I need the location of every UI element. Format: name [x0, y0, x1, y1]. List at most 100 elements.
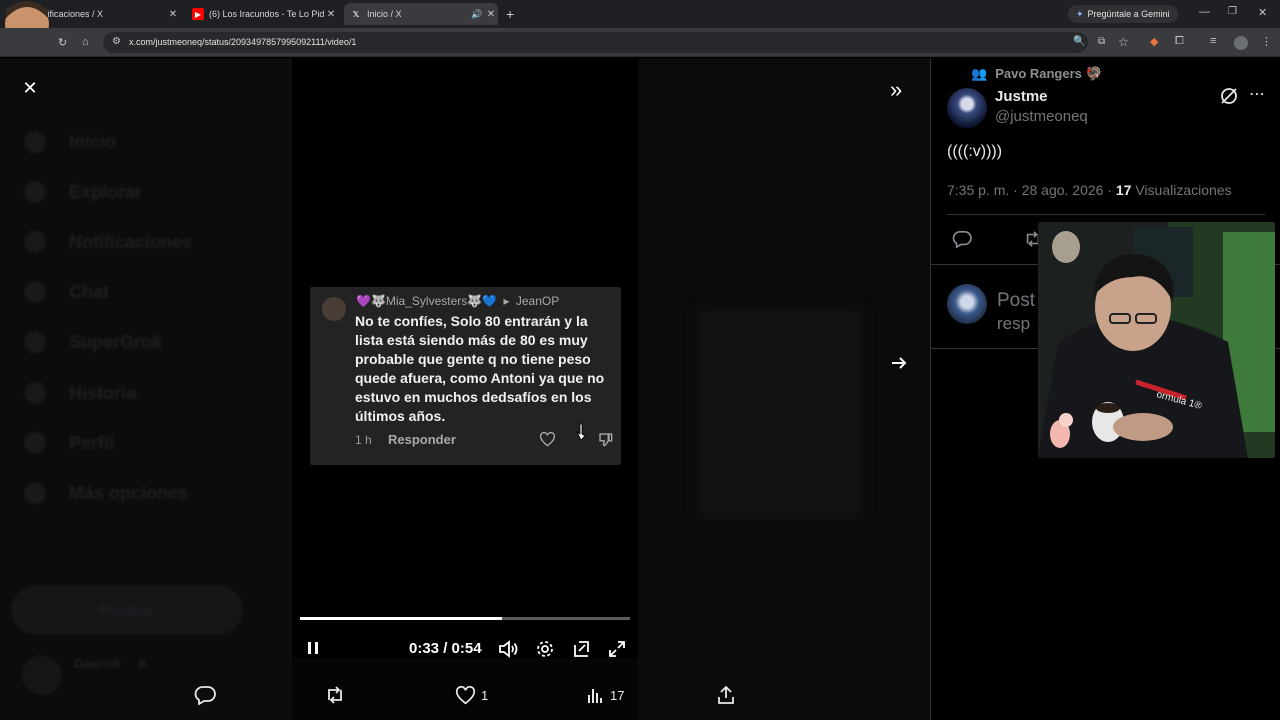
window-close-icon[interactable]: ✕	[1258, 6, 1267, 19]
home-icon[interactable]: ⌂	[82, 36, 89, 48]
account-avatar[interactable]	[22, 655, 62, 695]
nav-item-historia[interactable]: Historia	[24, 381, 136, 405]
tab-youtube[interactable]: ▶ (6) Los Iracundos - Te Lo Pido ✕	[186, 3, 338, 25]
extension-icon[interactable]: ◆	[1150, 35, 1158, 48]
account-name[interactable]: Daarick K	[74, 656, 148, 671]
nav-label: SuperGrok	[69, 331, 163, 352]
tab-close-icon[interactable]: ✕	[166, 9, 180, 20]
comment-reply-label: Responder	[388, 432, 456, 447]
video-comment-card: 💜🐺Mia_Sylvesters🐺💙 ▸ JeanOP No te confíe…	[310, 287, 621, 465]
more-options-icon[interactable]: ⋯	[1249, 84, 1265, 104]
restore-icon[interactable]: ❐	[1228, 6, 1237, 17]
browser-menu-icon[interactable]: ⋮	[1261, 35, 1272, 48]
video-time: 0:33 / 0:54	[409, 640, 482, 657]
expand-panel-button[interactable]: »	[890, 77, 902, 103]
omnibox[interactable]: ⚙ x.com/justmeoneq/status/20934978579950…	[103, 32, 1129, 53]
comment-icon	[194, 686, 216, 705]
post-button[interactable]: Postear	[11, 585, 243, 635]
tweet-reply-button[interactable]	[952, 230, 972, 253]
tweet-meta: 7:35 p. m. · 28 ago. 2026 · 17 Visualiza…	[947, 182, 1232, 198]
views-button[interactable]: 17	[586, 684, 624, 706]
nav-label: Más opciones	[69, 482, 189, 503]
browser-tab-bar: otificaciones / X ✕ ▶ (6) Los Iracundos …	[0, 0, 1280, 28]
tab-close-icon[interactable]: ✕	[484, 9, 498, 20]
volume-button[interactable]	[498, 639, 520, 664]
time-total: 0:54	[451, 640, 482, 657]
profile-avatar-icon[interactable]	[1234, 36, 1248, 50]
speaker-icon	[499, 640, 518, 658]
comment-text: No te confíes, Solo 80 entrarán y la lis…	[355, 313, 605, 424]
reply-placeholder[interactable]: Post	[997, 290, 1035, 312]
install-app-icon[interactable]: ⧉	[1098, 36, 1105, 47]
reload-icon[interactable]: ↻	[58, 36, 67, 49]
picture-in-picture-button[interactable]	[571, 639, 591, 664]
expand-icon	[609, 641, 625, 657]
zoom-icon[interactable]: 🔍	[1073, 36, 1085, 47]
grok-icon	[24, 331, 46, 353]
community-label[interactable]: 👥 Pavo Rangers 🦃	[971, 66, 1102, 82]
heart-icon	[455, 685, 476, 704]
video-progress-bar[interactable]	[300, 617, 630, 620]
reply-placeholder-2[interactable]: resp	[997, 314, 1030, 334]
time-separator: /	[443, 640, 448, 657]
nav-label: Explorar	[69, 181, 143, 202]
mouse-cursor-icon	[576, 423, 586, 441]
dislike-icon	[599, 433, 613, 447]
nav-item-chat[interactable]: Chat	[24, 280, 109, 304]
nav-label: Perfil	[69, 432, 115, 453]
reply-avatar	[947, 284, 987, 324]
tab-audio-icon[interactable]: 🔊	[470, 9, 484, 20]
next-media-button[interactable]	[890, 354, 908, 377]
profile-icon	[24, 432, 46, 454]
like-button[interactable]: 1	[455, 684, 488, 706]
bookmark-star-icon[interactable]: ☆	[1118, 35, 1129, 49]
author-avatar[interactable]	[947, 88, 987, 128]
tab-inicio[interactable]: 𝕏 Inicio / X 🔊 ✕	[344, 3, 498, 25]
nav-label: Historia	[69, 382, 137, 403]
reply-to-name: JeanOP	[515, 294, 560, 308]
bell-icon	[24, 231, 46, 253]
nav-item-notificaciones[interactable]: Notificaciones	[24, 230, 192, 254]
youtube-favicon-icon: ▶	[192, 8, 204, 20]
grok-button[interactable]	[1219, 86, 1239, 111]
author-handle[interactable]: @justmeoneq	[995, 108, 1088, 125]
nav-item-explorar[interactable]: Explorar	[24, 180, 142, 204]
tab-title: otificaciones / X	[40, 9, 104, 19]
minimize-icon[interactable]: —	[1199, 6, 1210, 18]
gemini-icon: ✦	[1076, 8, 1084, 19]
new-tab-icon[interactable]: +	[506, 6, 514, 22]
site-info-icon[interactable]: ⚙	[112, 36, 121, 47]
fullscreen-button[interactable]	[607, 639, 627, 664]
nav-item-supergrok[interactable]: SuperGrok	[24, 330, 162, 354]
share-button[interactable]	[716, 684, 736, 706]
heart-icon	[539, 432, 556, 447]
extensions-puzzle-icon[interactable]: ⧠	[1175, 35, 1184, 48]
close-viewer-icon[interactable]: ✕	[20, 78, 40, 98]
arrow-right-icon	[892, 357, 907, 369]
pip-icon	[574, 641, 589, 657]
media-control-icon[interactable]: ≡	[1210, 35, 1216, 47]
settings-button[interactable]	[535, 639, 555, 664]
pause-button[interactable]	[306, 640, 320, 661]
x-side-nav: Inicio Explorar Notificaciones Chat Supe…	[0, 58, 292, 720]
reply-button[interactable]	[194, 684, 216, 706]
view-count: 17	[610, 687, 625, 703]
nav-label: Chat	[69, 281, 109, 302]
author-display-name[interactable]: Justme	[995, 88, 1048, 105]
tweet-timestamp[interactable]: 7:35 p. m. · 28 ago. 2026 ·	[947, 182, 1116, 198]
tweet-views-label: Visualizaciones	[1135, 182, 1232, 198]
background-dim	[638, 58, 930, 720]
url-text[interactable]: x.com/justmeoneq/status/2093497857995092…	[129, 37, 356, 47]
nav-item-perfil[interactable]: Perfil	[24, 431, 114, 455]
pause-icon	[308, 642, 318, 654]
tab-notificaciones[interactable]: otificaciones / X ✕	[40, 3, 180, 25]
nav-item-inicio[interactable]: Inicio	[24, 130, 116, 154]
tab-close-icon[interactable]: ✕	[324, 9, 338, 20]
repost-button[interactable]	[324, 684, 346, 706]
nav-item-mas-opciones[interactable]: Más opciones	[24, 481, 188, 505]
time-current: 0:33	[409, 640, 440, 657]
repost-icon	[328, 686, 342, 704]
account-suffix: K	[138, 656, 148, 671]
tweet-text: ((((:v))))	[947, 143, 1003, 160]
gemini-button[interactable]: ✦ Pregúntale a Gemini	[1068, 5, 1178, 23]
